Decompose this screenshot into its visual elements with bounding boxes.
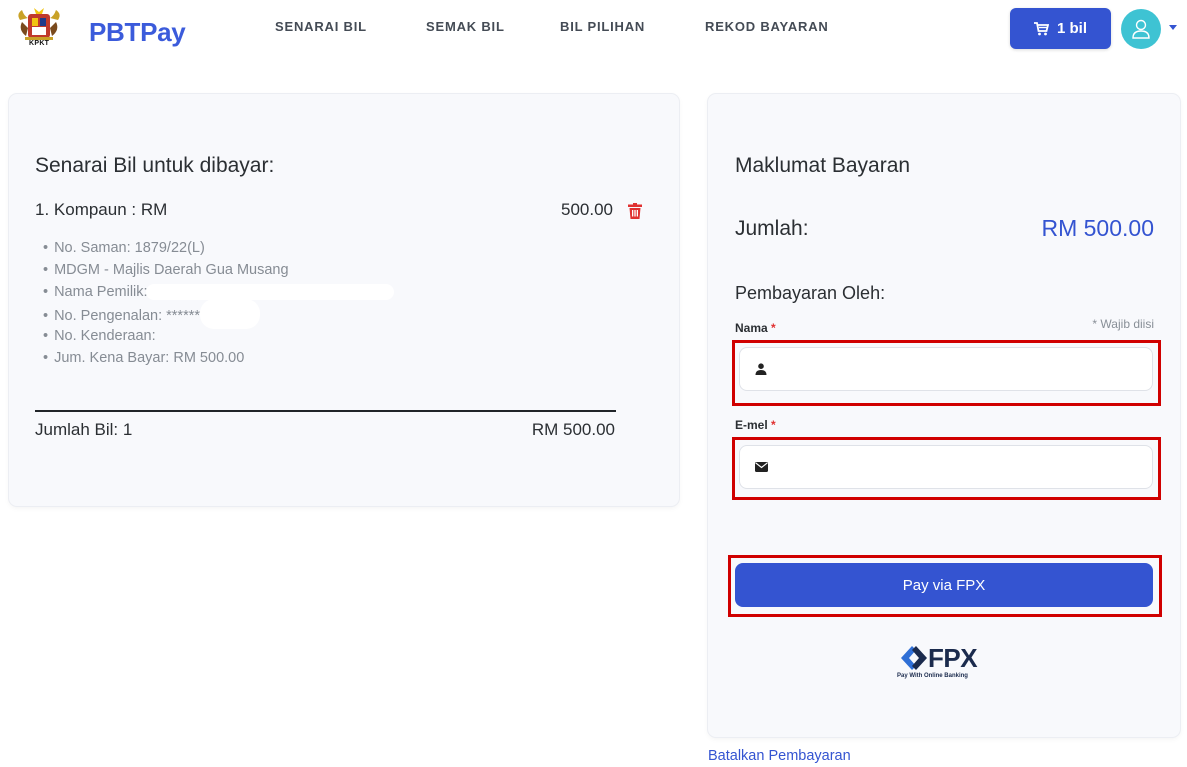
fpx-logo-text: FPX: [928, 643, 978, 673]
amount-value: RM 500.00: [1041, 215, 1154, 241]
name-field[interactable]: [739, 347, 1153, 391]
payment-title: Maklumat Bayaran: [735, 154, 911, 177]
detail-text: No. Pengenalan: *******: [54, 307, 206, 324]
detail-text: MDGM - Majlis Daerah Gua Musang: [54, 262, 289, 278]
fpx-chevron-icon: [901, 646, 927, 670]
email-label-text: E-mel: [735, 418, 768, 432]
detail-text: Jum. Kena Bayar: RM 500.00: [54, 350, 245, 366]
name-input[interactable]: [779, 361, 1139, 377]
home-logo[interactable]: KPKT PBTPay: [14, 6, 186, 50]
bill-list-title: Senarai Bil untuk dibayar:: [35, 154, 275, 177]
name-label-text: Nama: [735, 321, 768, 335]
user-icon: [1132, 19, 1150, 39]
list-item: MDGM - Majlis Daerah Gua Musang: [43, 259, 394, 281]
list-item: Jum. Kena Bayar: RM 500.00: [43, 347, 394, 369]
detail-text: Nama Pemilik:: [54, 284, 148, 300]
user-avatar[interactable]: [1121, 9, 1161, 49]
email-input[interactable]: [780, 459, 1140, 475]
cart-icon: [1033, 21, 1049, 35]
detail-text: No. Saman: 1879/22(L): [54, 240, 205, 256]
trash-icon: [628, 203, 642, 219]
cancel-payment-link[interactable]: Batalkan Pembayaran: [708, 748, 851, 764]
fpx-tagline: Pay With Online Banking: [897, 673, 968, 679]
bill-item-heading: 1. Kompaun : RM: [35, 200, 168, 219]
required-mark: *: [771, 321, 776, 335]
payer-section-title: Pembayaran Oleh:: [735, 283, 886, 303]
pay-via-fpx-button[interactable]: Pay via FPX: [735, 563, 1153, 607]
required-mark: *: [771, 418, 776, 432]
payment-info-card: Maklumat Bayaran Jumlah: RM 500.00 Pemba…: [708, 94, 1180, 737]
envelope-icon: [755, 462, 768, 472]
fpx-logo: FPX Pay With Online Banking: [897, 643, 991, 683]
nav-bil-pilihan[interactable]: BIL PILIHAN: [560, 19, 645, 34]
cart-label: 1 bil: [1056, 20, 1087, 37]
required-note: * Wajib diisi: [1092, 317, 1154, 331]
nav-rekod-bayaran[interactable]: REKOD BAYARAN: [705, 19, 829, 34]
amount-label: Jumlah:: [735, 217, 809, 240]
crest-label: KPKT: [29, 40, 50, 47]
email-field-label: E-mel *: [735, 418, 776, 432]
name-field-label: Nama *: [735, 321, 776, 335]
redacted-id-number: [199, 299, 260, 329]
nav-senarai-bil[interactable]: SENARAI BIL: [275, 19, 367, 34]
bill-total-amount: RM 500.00: [531, 420, 615, 439]
delete-bill-button[interactable]: [628, 203, 642, 224]
navbar: KPKT PBTPay SENARAI BIL SEMAK BIL BIL PI…: [0, 0, 1187, 56]
bill-list-card: Senarai Bil untuk dibayar: 1. Kompaun : …: [9, 94, 679, 506]
user-menu-caret-icon[interactable]: [1169, 25, 1177, 30]
nav-semak-bil[interactable]: SEMAK BIL: [426, 19, 505, 34]
list-item: No. Pengenalan: *******: [43, 299, 394, 329]
detail-text: No. Kenderaan:: [54, 328, 156, 344]
brand-name: PBTPay: [89, 17, 186, 47]
bill-detail-list: No. Saman: 1879/22(L) MDGM - Majlis Daer…: [43, 237, 394, 369]
email-field[interactable]: [739, 445, 1153, 489]
list-item: No. Saman: 1879/22(L): [43, 237, 394, 259]
user-icon: [755, 363, 767, 375]
bill-item-amount: 500.00: [561, 200, 613, 219]
cart-button[interactable]: 1 bil: [1010, 8, 1111, 49]
total-divider: [35, 410, 616, 412]
bill-count-total: Jumlah Bil: 1: [35, 420, 133, 439]
redacted-owner-name: [145, 284, 394, 301]
crest-icon: KPKT: [14, 6, 64, 50]
